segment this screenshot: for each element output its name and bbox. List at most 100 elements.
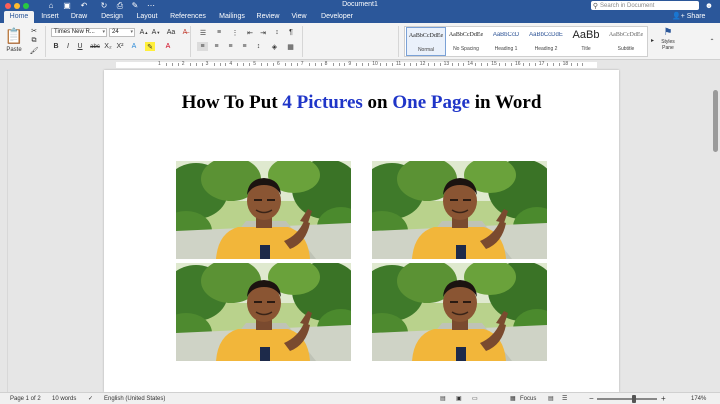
numbering-icon[interactable]: ≡ — [213, 28, 225, 37]
ruler-tick — [201, 63, 203, 66]
shrink-font-icon[interactable]: A ▼ — [151, 28, 161, 37]
zoom-out-icon[interactable]: − — [589, 393, 594, 404]
tab-layout[interactable]: Layout — [132, 11, 162, 23]
print-icon[interactable]: ⎙ — [115, 1, 125, 10]
search-input[interactable]: ⚲ Search in Document — [591, 1, 699, 10]
paragraph-marks-icon[interactable]: ¶ — [286, 28, 296, 37]
style-sample: AaBbCcDdEe — [448, 32, 484, 38]
picture-4[interactable] — [372, 263, 547, 361]
paste-icon[interactable]: 📋 — [4, 26, 24, 46]
print-layout-icon[interactable]: ▣ — [456, 393, 462, 404]
zoom-slider[interactable] — [597, 395, 657, 403]
vertical-scrollbar[interactable] — [711, 70, 720, 392]
align-right-icon[interactable]: ≡ — [225, 42, 236, 51]
borders-icon[interactable]: ▦ — [285, 42, 296, 51]
picture-3[interactable] — [176, 263, 351, 361]
home-icon[interactable]: ⌂ — [46, 1, 56, 10]
tab-insert[interactable]: Insert — [37, 11, 63, 23]
align-center-icon[interactable]: ≡ — [211, 42, 222, 51]
minimize-window-button[interactable] — [13, 1, 21, 10]
change-case-icon[interactable]: Aa — [165, 28, 177, 37]
line-spacing-icon[interactable]: ↕ — [253, 42, 264, 51]
zoom-in-icon[interactable]: + — [661, 393, 666, 404]
style-name: Normal — [417, 47, 435, 53]
gallery-more-icon[interactable]: ▸ — [649, 35, 656, 45]
highlight-icon[interactable]: ✎ — [145, 42, 155, 51]
shading-icon[interactable]: ◈ — [269, 42, 280, 51]
format-painter-icon[interactable]: ✎ — [130, 1, 140, 10]
tab-references[interactable]: References — [166, 11, 210, 23]
layout-view-icon[interactable]: ▤ — [548, 393, 554, 404]
focus-mode[interactable]: Focus — [520, 393, 536, 404]
underline-icon[interactable]: U — [75, 42, 85, 51]
document-page[interactable]: How To Put 4 Pictures on One Page in Wor… — [104, 70, 619, 392]
word-count[interactable]: 10 words — [52, 393, 76, 404]
style-normal[interactable]: AaBbCcDdEe Normal — [406, 27, 446, 56]
ribbon-home: 📋 Paste ✂ ⧉ 🖌 Times New R... ▾ 24 ▾ A ▲ A ▼ … — [0, 23, 720, 60]
tab-draw[interactable]: Draw — [67, 11, 91, 23]
paste-label[interactable]: Paste — [2, 45, 26, 54]
italic-icon[interactable]: I — [63, 42, 73, 51]
text-effects-icon[interactable]: A — [129, 42, 139, 51]
style-sample: AaBb — [572, 29, 600, 41]
format-painter-icon[interactable]: 🖌 — [30, 47, 39, 55]
style-title[interactable]: AaBb Title — [566, 27, 606, 56]
bold-icon[interactable]: B — [51, 42, 61, 51]
outline-view-icon[interactable]: ☰ — [562, 393, 567, 404]
sort-icon[interactable]: ↕ — [272, 28, 282, 37]
styles-pane-button[interactable]: ⚑ Styles Pane — [657, 27, 679, 57]
tab-review[interactable]: Review — [254, 11, 282, 23]
font-color-icon[interactable]: A — [163, 42, 173, 51]
ruler-number: 5 — [253, 61, 256, 67]
scrollbar-thumb[interactable] — [713, 90, 718, 152]
style-no-spacing[interactable]: AaBbCcDdEe No Spacing — [446, 27, 486, 56]
share-button[interactable]: 👤+ Share — [672, 11, 705, 23]
align-left-icon[interactable]: ≡ — [197, 42, 208, 51]
redo-icon[interactable]: ↻ — [99, 1, 109, 10]
cut-icon[interactable]: ✂ — [30, 27, 38, 35]
web-layout-icon[interactable]: ▭ — [472, 393, 478, 404]
grow-font-icon[interactable]: A ▲ — [139, 28, 149, 37]
zoom-slider-knob[interactable] — [631, 395, 636, 403]
ruler-tick — [189, 63, 191, 66]
close-window-button[interactable] — [4, 1, 12, 10]
copy-icon[interactable]: ⧉ — [30, 37, 38, 45]
picture-2[interactable] — [372, 161, 547, 259]
style-heading-2[interactable]: AaBbCcDdE Heading 2 — [526, 27, 566, 56]
tab-developer[interactable]: Developer — [316, 11, 358, 23]
justify-icon[interactable]: ≡ — [239, 42, 250, 51]
language-status[interactable]: English (United States) — [104, 393, 165, 404]
tab-mailings[interactable]: Mailings — [214, 11, 250, 23]
picture-1[interactable] — [176, 161, 351, 259]
collapse-ribbon-icon[interactable]: ⌃ — [708, 37, 716, 45]
zoom-window-button[interactable] — [22, 1, 30, 10]
subscript-icon[interactable]: X₂ — [103, 42, 113, 51]
style-heading-1[interactable]: AaBbCcD Heading 1 — [486, 27, 526, 56]
strikethrough-icon[interactable]: abc — [89, 42, 101, 51]
superscript-icon[interactable]: X² — [115, 42, 125, 51]
save-icon[interactable]: ▣ — [62, 1, 72, 10]
increase-indent-icon[interactable]: ⇥ — [258, 28, 268, 37]
clear-formatting-icon[interactable]: A̶ — [180, 28, 190, 37]
font-name-select[interactable]: Times New R... ▾ — [51, 28, 107, 37]
proofing-icon[interactable]: ✓ — [88, 393, 93, 404]
document-title[interactable]: How To Put 4 Pictures on One Page in Wor… — [104, 92, 619, 114]
multilevel-list-icon[interactable]: ⋮ — [229, 28, 241, 37]
customize-toolbar-icon[interactable]: ⋯ — [146, 1, 156, 10]
ruler-number: 9 — [348, 61, 352, 67]
account-icon[interactable]: ☻ — [704, 1, 714, 10]
font-size-select[interactable]: 24 ▾ — [109, 28, 135, 37]
tab-view[interactable]: View — [287, 11, 311, 23]
undo-icon[interactable]: ↶ — [79, 1, 89, 10]
zoom-level[interactable]: 174% — [691, 393, 706, 404]
focus-icon[interactable]: ▦ — [510, 393, 516, 404]
tab-home[interactable]: Home — [4, 11, 34, 23]
read-mode-icon[interactable]: ▤ — [440, 393, 446, 404]
bullets-icon[interactable]: ☰ — [197, 28, 209, 37]
ruler-tick — [380, 63, 382, 66]
decrease-indent-icon[interactable]: ⇤ — [245, 28, 255, 37]
page-count[interactable]: Page 1 of 2 — [10, 393, 41, 404]
tab-design[interactable]: Design — [96, 11, 128, 23]
style-subtitle[interactable]: AaBbCcDdEe Subtitle — [606, 27, 646, 56]
ruler-tick — [195, 63, 197, 66]
